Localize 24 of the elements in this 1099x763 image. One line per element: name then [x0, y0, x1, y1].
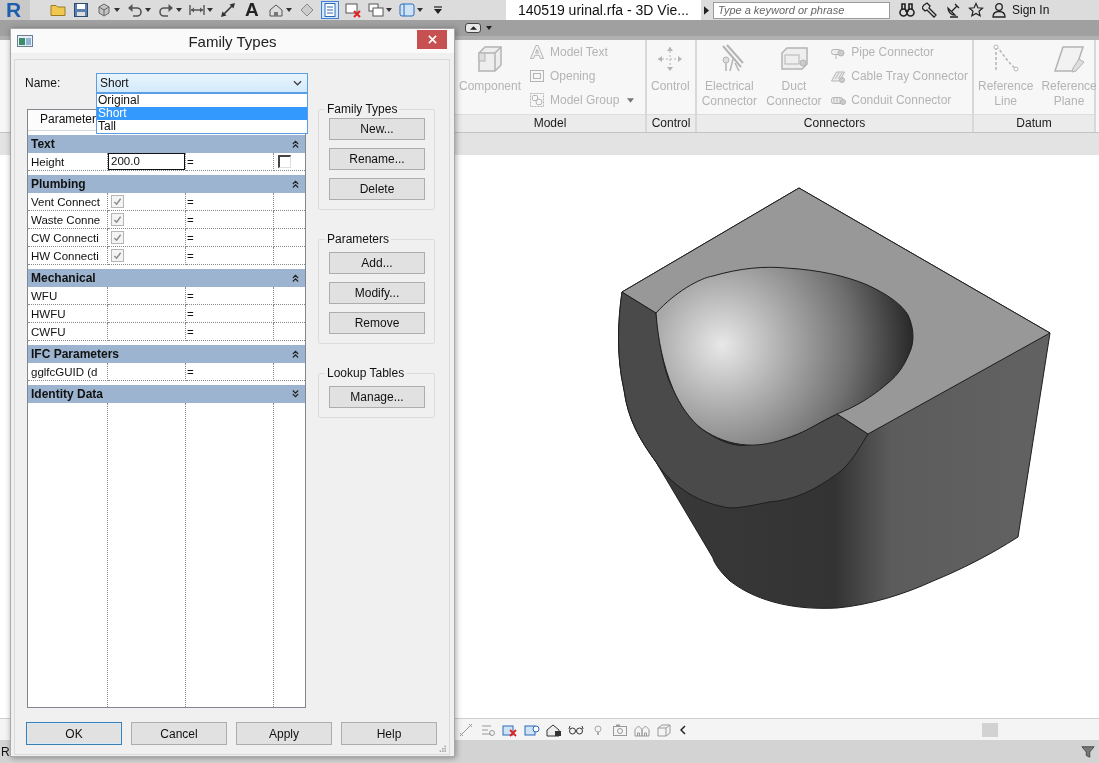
table-cell: CWFU [28, 323, 108, 341]
table-cell: = [186, 211, 274, 229]
table-cell: WFU [28, 287, 108, 305]
table-cell: = [186, 305, 274, 323]
table-cell: gglfcGUID (d [28, 363, 108, 381]
table-cell: = [186, 153, 274, 171]
table-cell: = [186, 323, 274, 341]
table-cell: Waste Conne [28, 211, 108, 229]
group-title: Parameters [326, 232, 391, 246]
table-cell: Vent Connect [28, 193, 108, 211]
table-cell: = [186, 229, 274, 247]
table-cell: CW Connecti [28, 229, 108, 247]
group-title: Family Types [326, 102, 399, 116]
group-title: Lookup Tables [326, 366, 406, 380]
table-cell: HWFU [28, 305, 108, 323]
table-cell: = [186, 247, 274, 265]
table-cell: HW Connecti [28, 247, 108, 265]
table-cell: = [186, 287, 274, 305]
document-title: 140519 urinal.rfa - 3D Vie... [506, 0, 701, 20]
status-text: R [1, 744, 10, 759]
name-label: Name: [25, 76, 62, 90]
table-cell: = [186, 363, 274, 381]
table-cell: = [186, 193, 274, 211]
dialog-title: Family Types [187, 32, 278, 50]
